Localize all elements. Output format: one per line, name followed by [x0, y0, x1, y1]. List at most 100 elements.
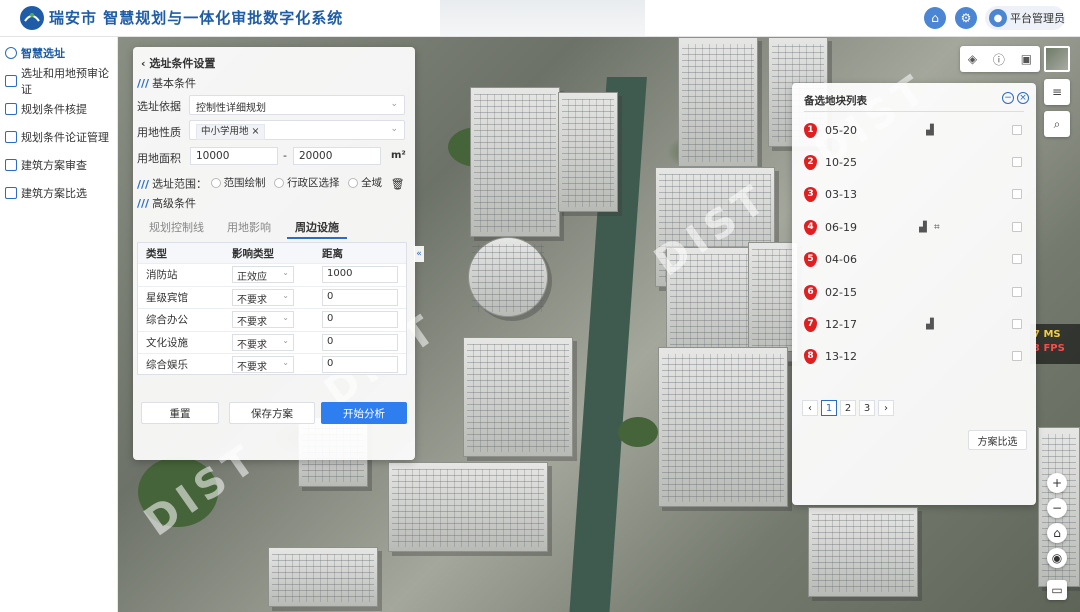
distance-input[interactable]: 0 — [322, 288, 398, 306]
effect-select[interactable]: 不要求 ⌄ — [232, 288, 294, 306]
list-item[interactable]: 5 04-06 — [804, 249, 1026, 269]
tab-control-line[interactable]: 规划控制线 — [141, 217, 212, 237]
list-item[interactable]: 3 03-13 — [804, 184, 1026, 204]
avatar: ● — [989, 9, 1007, 27]
parcel-checkbox[interactable] — [1012, 222, 1022, 232]
radio-global[interactable]: 全域 — [348, 175, 382, 190]
back-icon[interactable]: ‹ — [141, 57, 146, 70]
parcel-checkbox[interactable] — [1012, 254, 1022, 264]
sidebar-item-planning-argument[interactable]: 规划条件论证管理 — [0, 123, 117, 151]
area-min-input[interactable]: 10000 — [190, 147, 278, 165]
building — [470, 87, 560, 237]
sidebar-item-smart-siting[interactable]: 智慧选址 — [0, 39, 117, 67]
nature-tag[interactable]: 中小学用地 × — [196, 124, 265, 140]
search-icon[interactable]: ⌕ — [1044, 111, 1070, 137]
distance-input[interactable]: 0 — [322, 311, 398, 329]
zoom-in-icon[interactable]: + — [1047, 473, 1067, 493]
parcel-checkbox[interactable] — [1012, 351, 1022, 361]
panel-title: ‹ 选址条件设置 — [141, 55, 215, 71]
next-page-icon[interactable]: › — [878, 400, 894, 416]
effect-select[interactable]: 不要求 ⌄ — [232, 333, 294, 351]
tab-land-impact[interactable]: 用地影响 — [219, 217, 279, 237]
nature-tag-label: 中小学用地 — [201, 126, 249, 137]
basemap-switch[interactable] — [1044, 46, 1070, 72]
radio-draw[interactable]: 范围绘制 — [210, 175, 266, 190]
list-item[interactable]: 4 06-19 ▟ ⌗ — [804, 217, 1026, 237]
toolbox-icon[interactable]: ▣ — [1021, 52, 1032, 66]
basis-select[interactable]: 控制性详细规划 ⌄ — [189, 95, 405, 115]
basis-label: 选址依据 — [137, 100, 181, 113]
distance-input[interactable]: 0 — [322, 356, 398, 374]
location-icon — [5, 47, 17, 59]
parcel-checkbox[interactable] — [1012, 157, 1022, 167]
parcel-checkbox[interactable] — [1012, 319, 1022, 329]
building-icon[interactable]: ▟ — [919, 222, 927, 233]
parcel-checkbox[interactable] — [1012, 125, 1022, 135]
area-max-input[interactable]: 20000 — [293, 147, 381, 165]
sidebar-item-label: 建筑方案比选 — [21, 187, 87, 200]
list-icon[interactable]: ≡ — [1044, 79, 1070, 105]
home-view-icon[interactable]: ⌂ — [1047, 523, 1067, 543]
radio-global-label: 全域 — [361, 177, 383, 189]
range-row: ///选址范围： 范围绘制 行政区选择 全域 🗑 — [137, 175, 405, 191]
sidebar-item-land-preview[interactable]: 选址和用地预审论证 — [0, 67, 117, 96]
section-advanced-label: 高级条件 — [152, 197, 197, 210]
sidebar-item-label: 建筑方案审查 — [21, 159, 87, 172]
close-icon[interactable]: × — [1017, 92, 1029, 104]
compare-button[interactable]: 方案比选 — [968, 430, 1027, 450]
map-toolbar: ◈ ⓘ ▣ — [960, 46, 1040, 72]
layers-icon[interactable]: ◈ — [968, 52, 977, 66]
page-3[interactable]: 3 — [859, 400, 875, 416]
tab-surrounding-facilities[interactable]: 周边设施 — [287, 217, 347, 239]
compass-icon[interactable]: ◉ — [1047, 548, 1067, 568]
collapse-panel-icon[interactable]: « — [414, 246, 424, 262]
trash-icon[interactable]: 🗑 — [391, 178, 405, 191]
app-city: 瑞安市 — [49, 9, 98, 27]
distance-input[interactable]: 1000 — [322, 266, 398, 284]
page-1[interactable]: 1 — [821, 400, 837, 416]
list-item[interactable]: 2 10-25 — [804, 152, 1026, 172]
cell-type: 综合办公 — [146, 314, 188, 327]
sidebar-item-building-compare[interactable]: 建筑方案比选 — [0, 179, 117, 207]
app-title-text: 智慧规划与一体化审批数字化系统 — [103, 9, 344, 27]
col-distance: 距离 — [322, 247, 343, 260]
list-item[interactable]: 1 05-20 ▟ — [804, 120, 1026, 140]
minimize-icon[interactable]: − — [1002, 92, 1014, 104]
prev-page-icon[interactable]: ‹ — [802, 400, 818, 416]
sidebar-item-planning-verify[interactable]: 规划条件核提 — [0, 95, 117, 123]
nature-label: 用地性质 — [137, 126, 181, 139]
nature-select[interactable]: 中小学用地 × ⌄ — [189, 120, 405, 140]
logo-icon — [20, 6, 44, 30]
parcel-code: 10-25 — [825, 155, 857, 169]
compare-icon — [5, 187, 17, 199]
parcel-checkbox[interactable] — [1012, 189, 1022, 199]
table-row: 消防站 正效应 ⌄ 1000 — [138, 263, 406, 286]
edit-icon — [5, 131, 17, 143]
parcel-checkbox[interactable] — [1012, 287, 1022, 297]
save-scheme-button[interactable]: 保存方案 — [229, 402, 315, 424]
reset-button[interactable]: 重置 — [141, 402, 219, 424]
radio-district[interactable]: 行政区选择 — [274, 175, 340, 190]
info-icon[interactable]: ⓘ — [993, 51, 1005, 68]
building-icon[interactable]: ▟ — [926, 319, 934, 330]
list-item[interactable]: 8 13-12 — [804, 346, 1026, 366]
home-icon[interactable]: ⌂ — [924, 7, 946, 29]
user-settings-icon[interactable]: ⚙ — [955, 7, 977, 29]
screenshot-icon[interactable]: ▭ — [1047, 580, 1067, 600]
basis-value: 控制性详细规划 — [196, 103, 266, 114]
distance-input[interactable]: 0 — [322, 333, 398, 351]
chevron-down-icon: ⌄ — [282, 268, 289, 278]
effect-select[interactable]: 不要求 ⌄ — [232, 356, 294, 374]
list-item[interactable]: 6 02-15 — [804, 282, 1026, 302]
list-item[interactable]: 7 12-17 ▟ — [804, 314, 1026, 334]
sidebar-item-building-review[interactable]: 建筑方案审查 — [0, 151, 117, 179]
building-icon[interactable]: ▟ — [926, 125, 934, 136]
start-analysis-button[interactable]: 开始分析 — [321, 402, 407, 424]
zoom-out-icon[interactable]: − — [1047, 498, 1067, 518]
effect-select[interactable]: 正效应 ⌄ — [232, 266, 294, 284]
user-menu[interactable]: ● 平台管理员 — [985, 6, 1065, 30]
effect-select[interactable]: 不要求 ⌄ — [232, 311, 294, 329]
page-2[interactable]: 2 — [840, 400, 856, 416]
sidebar-item-label: 规划条件论证管理 — [21, 131, 109, 144]
scan-icon[interactable]: ⌗ — [934, 222, 940, 233]
